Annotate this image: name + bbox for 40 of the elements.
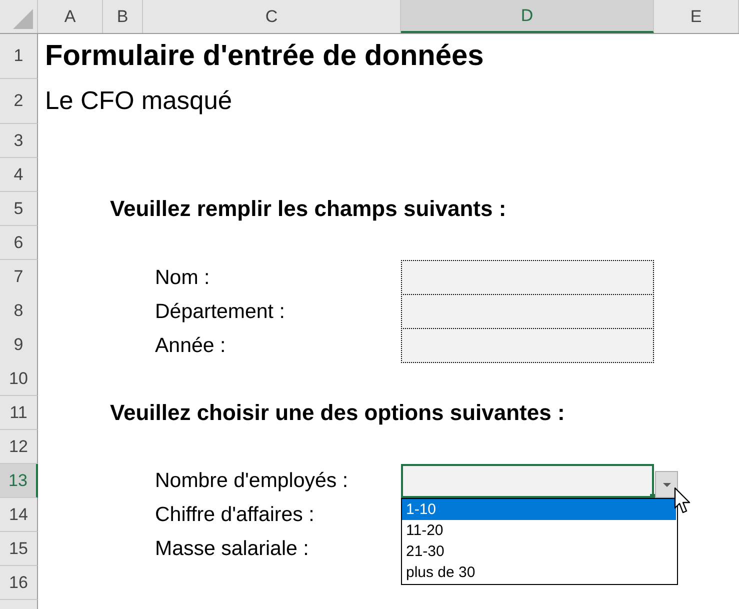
field-label: Nom :: [154, 266, 211, 290]
sheet-subtitle: Le CFO masqué: [44, 87, 234, 116]
sheet-title: Formulaire d'entrée de données: [44, 40, 485, 73]
row-header[interactable]: 11: [0, 396, 38, 430]
dropdown-option[interactable]: plus de 30: [402, 562, 676, 583]
row-header[interactable]: 10: [0, 362, 38, 396]
dropdown-button[interactable]: [655, 471, 678, 498]
row-header[interactable]: 12: [0, 430, 38, 464]
row-header[interactable]: 4: [0, 158, 38, 192]
row-header[interactable]: 8: [0, 294, 38, 329]
row-header[interactable]: 5: [0, 192, 38, 226]
dropdown-field[interactable]: [401, 464, 654, 498]
input-field[interactable]: [401, 260, 654, 295]
dropdown-option[interactable]: 11-20: [402, 520, 676, 541]
dropdown-option[interactable]: 1-10: [402, 499, 676, 520]
section-heading: Veuillez choisir une des options suivantes :: [109, 400, 566, 426]
row-header[interactable]: 1: [0, 34, 38, 79]
caret-icon: [662, 482, 670, 486]
input-field[interactable]: [401, 328, 654, 363]
field-label: Chiffre d'affaires :: [154, 503, 316, 527]
field-label: Département :: [154, 300, 286, 324]
field-label: Année :: [154, 334, 227, 358]
row-header[interactable]: 7: [0, 260, 38, 295]
row-header[interactable]: 14: [0, 498, 38, 532]
section-heading: Veuillez remplir les champs suivants :: [109, 196, 508, 222]
row-header[interactable]: 15: [0, 532, 38, 566]
row-header[interactable]: 9: [0, 328, 38, 363]
triangle-icon: [13, 9, 33, 29]
field-label: Masse salariale :: [154, 537, 310, 561]
row-header[interactable]: 2: [0, 79, 38, 124]
dropdown-option[interactable]: 21-30: [402, 541, 676, 562]
row-header[interactable]: 6: [0, 226, 38, 260]
column-header[interactable]: D: [401, 0, 654, 33]
row-header[interactable]: 3: [0, 124, 38, 158]
row-header[interactable]: 13: [0, 464, 38, 498]
input-field[interactable]: [401, 294, 654, 329]
field-label: Nombre d'employés :: [154, 469, 350, 493]
row-header[interactable]: 16: [0, 566, 38, 600]
fill-handle[interactable]: [650, 494, 655, 498]
row-header: [0, 600, 38, 609]
